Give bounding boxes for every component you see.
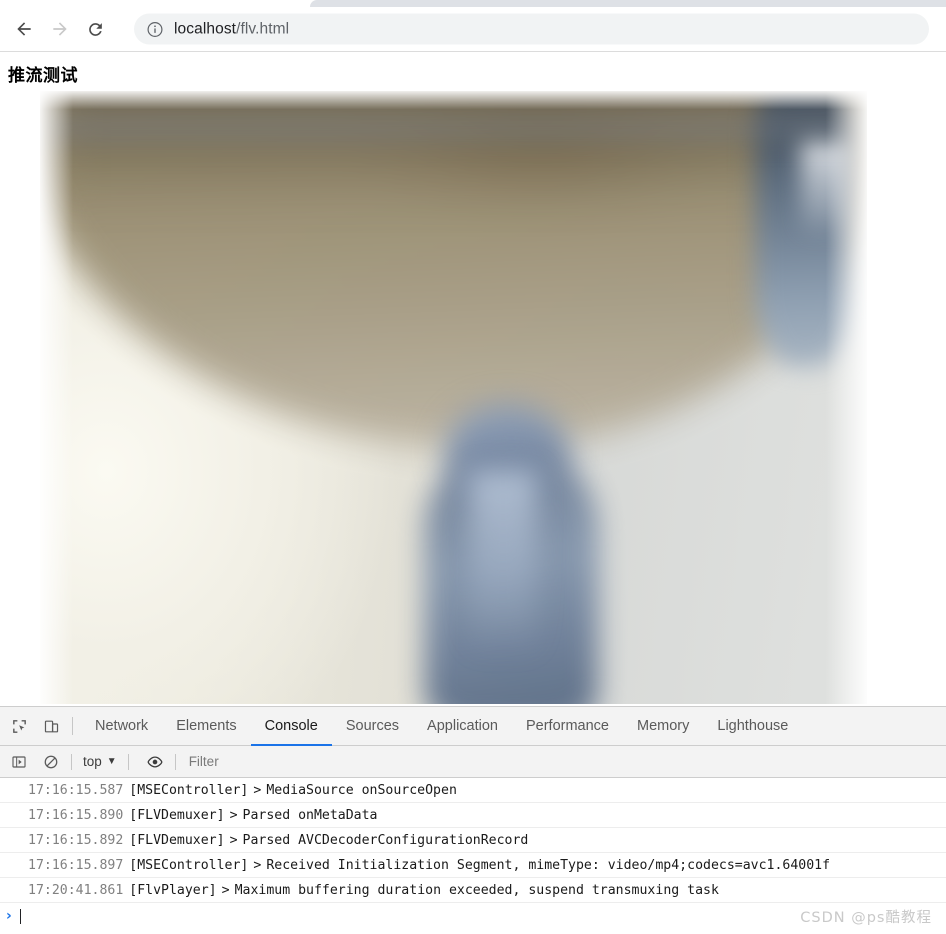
log-arrow: > [221, 882, 230, 898]
tab-lighthouse[interactable]: Lighthouse [703, 708, 802, 746]
live-expression-eye-icon [147, 755, 163, 768]
log-source: [MSEController] [129, 782, 249, 798]
devtools-panel: Network Elements Console Sources Applica… [0, 706, 946, 934]
back-arrow-icon [17, 22, 31, 36]
tab-strip [0, 0, 946, 7]
log-timestamp: 17:16:15.890 [28, 807, 124, 823]
info-circle-icon [147, 21, 163, 37]
console-toolbar-divider-1 [71, 753, 72, 770]
tab-network[interactable]: Network [81, 708, 162, 746]
log-arrow: > [229, 807, 238, 823]
video-player[interactable] [40, 91, 867, 704]
devtools-tab-bar: Network Elements Console Sources Applica… [0, 707, 946, 746]
device-toolbar-icon [44, 720, 58, 732]
text-caret [19, 908, 21, 924]
log-message: Parsed AVCDecoderConfigurationRecord [242, 832, 529, 848]
console-sidebar-icon [12, 755, 26, 768]
log-arrow: > [253, 782, 262, 798]
console-filter-input[interactable] [186, 750, 946, 773]
tab-console[interactable]: Console [250, 708, 332, 746]
log-timestamp: 17:16:15.897 [28, 857, 124, 873]
console-log-row[interactable]: 17:16:15.587 [MSEController] > MediaSour… [0, 778, 946, 803]
console-log-row[interactable]: 17:20:41.861 [FlvPlayer] > Maximum buffe… [0, 878, 946, 903]
console-context-label: top [83, 754, 102, 769]
clear-console-button[interactable] [38, 749, 64, 775]
console-sidebar-button[interactable] [6, 749, 32, 775]
console-log-list: 17:16:15.587 [MSEController] > MediaSour… [0, 778, 946, 934]
log-message: Parsed onMetaData [242, 807, 378, 823]
page-viewport: 推流测试 开始 [0, 53, 946, 706]
tab-application[interactable]: Application [413, 708, 512, 746]
console-context-selector[interactable]: top ▼ [79, 752, 121, 771]
console-toolbar: top ▼ [0, 746, 946, 778]
reload-button[interactable] [81, 15, 109, 43]
tab-elements[interactable]: Elements [162, 708, 250, 746]
chevron-down-icon: ▼ [106, 756, 117, 767]
tab-memory[interactable]: Memory [623, 708, 703, 746]
back-button[interactable] [10, 15, 38, 43]
inspect-element-button[interactable] [6, 713, 32, 739]
log-source: [FlvPlayer] [129, 882, 217, 898]
prompt-chevron-icon: › [6, 908, 12, 924]
page-title: 推流测试 [8, 66, 78, 86]
toggle-device-toolbar-button[interactable] [38, 713, 64, 739]
address-bar[interactable]: localhost/flv.html [134, 13, 929, 45]
toolbar-divider [72, 717, 73, 735]
log-message: Maximum buffering duration exceeded, sus… [234, 882, 719, 898]
console-log-row[interactable]: 17:16:15.890 [FLVDemuxer] > Parsed onMet… [0, 803, 946, 828]
log-message: Received Initialization Segment, mimeTyp… [266, 857, 831, 873]
log-arrow: > [229, 832, 238, 848]
log-source: [FLVDemuxer] [129, 807, 225, 823]
tab-strip-background [310, 0, 946, 7]
log-message: MediaSource onSourceOpen [266, 782, 457, 798]
log-timestamp: 17:16:15.587 [28, 782, 124, 798]
log-source: [MSEController] [129, 857, 249, 873]
inspect-element-icon [12, 719, 26, 733]
browser-chrome: localhost/flv.html [0, 0, 946, 53]
log-arrow: > [253, 857, 262, 873]
console-log-row[interactable]: 17:16:15.892 [FLVDemuxer] > Parsed AVCDe… [0, 828, 946, 853]
forward-button[interactable] [46, 15, 74, 43]
console-log-row[interactable]: 17:16:15.897 [MSEController] > Received … [0, 853, 946, 878]
log-timestamp: 17:16:15.892 [28, 832, 124, 848]
tab-sources[interactable]: Sources [332, 708, 413, 746]
live-expression-button[interactable] [142, 749, 168, 775]
browser-toolbar: localhost/flv.html [0, 7, 946, 52]
console-toolbar-divider-3 [174, 753, 176, 770]
log-timestamp: 17:20:41.861 [28, 882, 124, 898]
video-edge-fade-layer [40, 91, 867, 704]
url-host: localhost [174, 20, 237, 37]
tab-performance[interactable]: Performance [512, 708, 623, 746]
console-input-prompt[interactable]: › [0, 903, 946, 929]
reload-icon [88, 22, 102, 36]
url-path: /flv.html [236, 20, 290, 37]
address-bar-url: localhost/flv.html [174, 20, 289, 38]
log-source: [FLVDemuxer] [129, 832, 225, 848]
clear-console-icon [44, 755, 58, 768]
forward-arrow-icon [53, 22, 67, 36]
console-toolbar-divider-2 [127, 753, 129, 770]
